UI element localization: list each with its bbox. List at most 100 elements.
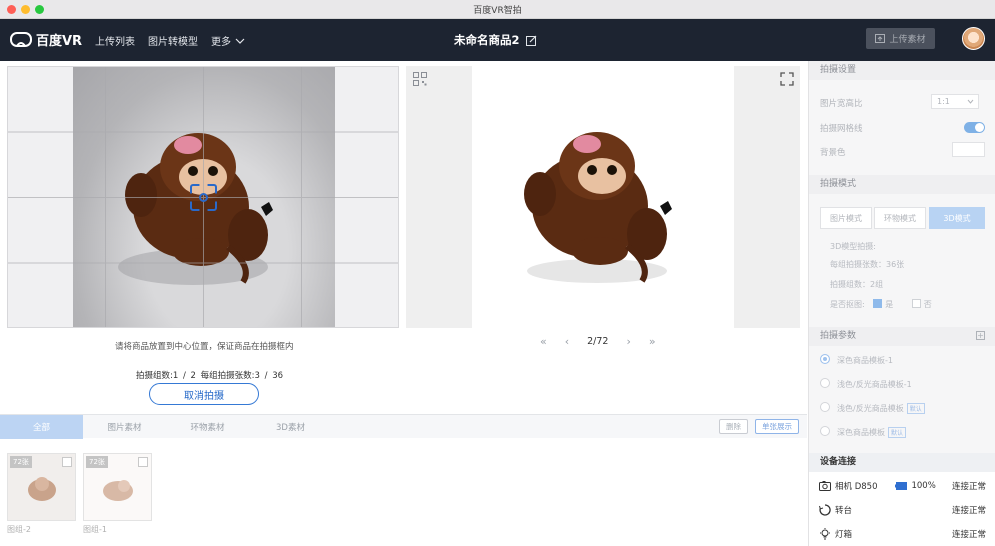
upload-icon: [875, 34, 886, 43]
cutout-label: 是否抠图:: [830, 300, 865, 309]
chevron-down-icon: [967, 99, 974, 104]
user-avatar[interactable]: [962, 27, 985, 50]
tab-image-assets[interactable]: 图片素材: [83, 415, 166, 439]
template-radio[interactable]: [820, 378, 830, 388]
battery-icon: [895, 482, 908, 490]
preview-left-area: [406, 66, 472, 328]
thumbnail-count-badge: 72张: [86, 456, 108, 468]
tab-all[interactable]: 全部: [0, 415, 83, 439]
cancel-capture-button[interactable]: 取消拍摄: [149, 383, 259, 405]
capture-counts: 拍摄组数:1 / 2 每组拍摄张数:3 / 36: [136, 369, 283, 381]
lightbox-icon: [820, 528, 830, 540]
preview-right-area: [734, 66, 800, 328]
delete-button[interactable]: 删除: [719, 419, 748, 434]
tab-object-assets[interactable]: 环物素材: [166, 415, 249, 439]
template-radio[interactable]: [820, 354, 830, 364]
project-title: 未命名商品2: [454, 32, 537, 48]
upload-assets-label: 上传素材: [889, 35, 926, 45]
mode-info-groups: 拍摄组数：2组: [830, 280, 884, 289]
page-indicator: 2/72: [587, 336, 609, 347]
device-name: 转台: [835, 506, 853, 516]
app-header: 百度VR 上传列表 图片转模型 更多 未命名商品2 上传素材: [0, 19, 995, 61]
ratio-label: 图片宽高比: [820, 99, 863, 109]
prev-page-icon[interactable]: ‹: [565, 335, 569, 348]
thumbnail-label: 图组-2: [7, 525, 31, 534]
chevron-down-icon: [235, 38, 245, 44]
qr-code-icon[interactable]: [413, 72, 427, 86]
nav-image-to-model[interactable]: 图片转模型: [148, 33, 198, 48]
checkbox-icon: [911, 299, 921, 308]
result-preview: [406, 66, 800, 328]
grid-toggle[interactable]: [964, 122, 985, 133]
cutout-yes-option[interactable]: 是: [873, 299, 894, 309]
project-title-text: 未命名商品2: [454, 33, 520, 47]
template-label: 浅色/反光商品模板: [837, 404, 904, 413]
thumbnail-count-badge: 72张: [10, 456, 32, 468]
mode-image[interactable]: 图片模式: [820, 207, 872, 229]
vr-logo-icon: [10, 32, 32, 47]
preview-product-image: [524, 132, 672, 283]
device-name: 相机 D850: [835, 482, 878, 492]
logo-text: 百度VR: [36, 34, 83, 49]
asset-thumbnail[interactable]: 72张: [7, 453, 76, 521]
device-row-turntable: 转台 连接正常: [809, 498, 995, 522]
mode-info-title: 3D模型拍摄:: [830, 242, 876, 251]
section-shooting-settings: 拍摄设置: [809, 61, 995, 80]
tab-3d-assets[interactable]: 3D素材: [249, 415, 332, 439]
battery-level: 100%: [911, 481, 936, 491]
device-row-lightbox: 灯箱 连接正常: [809, 522, 995, 546]
first-page-icon[interactable]: «: [540, 335, 547, 348]
template-label: 深色商品模板-1: [837, 356, 893, 365]
section-shooting-params: 拍摄参数: [809, 327, 995, 346]
edit-icon[interactable]: [525, 35, 537, 46]
section-shooting-mode: 拍摄模式: [809, 175, 995, 194]
nav-upload-list[interactable]: 上传列表: [95, 33, 135, 48]
cutout-no-label: 否: [923, 300, 932, 309]
template-label: 深色商品模板: [837, 428, 885, 437]
cutout-row: 是否抠图: 是 否: [830, 299, 932, 310]
background-color-label: 背景色: [820, 148, 846, 158]
device-row-camera: 相机 D850 100% 连接正常: [809, 474, 995, 498]
single-show-button[interactable]: 单张展示: [755, 419, 799, 434]
device-status: 连接正常: [951, 530, 986, 540]
default-tag: 默认: [888, 427, 907, 438]
camera-icon: [819, 481, 831, 491]
window-title: 百度VR智拍: [473, 6, 522, 16]
grid-label: 拍摄网格线: [820, 124, 863, 134]
next-page-icon[interactable]: ›: [626, 335, 630, 348]
fullscreen-icon[interactable]: [780, 72, 794, 86]
template-row: 浅色/反光商品模板 默认: [837, 403, 925, 414]
settings-panel: 拍摄设置 图片宽高比 1:1 拍摄网格线 背景色 拍摄模式 图片模式 环物模式 …: [808, 61, 995, 546]
nav-more-label: 更多: [211, 37, 231, 48]
last-page-icon[interactable]: »: [649, 335, 656, 348]
cutout-yes-label: 是: [885, 300, 894, 309]
thumbnail-select-checkbox[interactable]: [138, 457, 148, 467]
ratio-select[interactable]: 1:1: [931, 94, 979, 109]
thumbnail-label: 图组-1: [83, 525, 107, 534]
add-template-icon[interactable]: +: [976, 331, 985, 340]
focus-center-icon: [199, 193, 208, 202]
template-radio[interactable]: [820, 426, 830, 436]
device-name: 灯箱: [835, 530, 853, 540]
app-logo[interactable]: 百度VR: [10, 30, 82, 49]
cutout-no-option[interactable]: 否: [911, 299, 932, 309]
ratio-value: 1:1: [937, 97, 950, 106]
background-color-swatch[interactable]: [952, 142, 985, 157]
checkbox-checked-icon: [873, 299, 883, 308]
mode-object[interactable]: 环物模式: [874, 207, 926, 229]
upload-assets-button[interactable]: 上传素材: [866, 28, 935, 49]
device-status: 连接正常: [951, 506, 986, 516]
template-label: 浅色/反光商品模板-1: [837, 380, 912, 389]
mode-3d[interactable]: 3D模式: [929, 207, 985, 229]
device-section-title: 设备连接: [809, 453, 995, 472]
asset-thumbnail[interactable]: 72张: [83, 453, 152, 521]
per-group-count: 每组拍摄张数:3 / 36: [200, 371, 284, 381]
device-status: 连接正常: [951, 482, 986, 492]
camera-live-view[interactable]: [7, 66, 399, 328]
nav-more[interactable]: 更多: [211, 33, 245, 48]
app-window: 百度VR智拍 百度VR 上传列表 图片转模型 更多 未命名商品2 上传素材 « …: [0, 0, 995, 546]
asset-tab-bar: 全部 图片素材 环物素材 3D素材 删除 单张展示: [0, 414, 807, 439]
template-radio[interactable]: [820, 402, 830, 412]
thumbnail-select-checkbox[interactable]: [62, 457, 72, 467]
group-count: 拍摄组数:1 / 2: [136, 371, 196, 381]
